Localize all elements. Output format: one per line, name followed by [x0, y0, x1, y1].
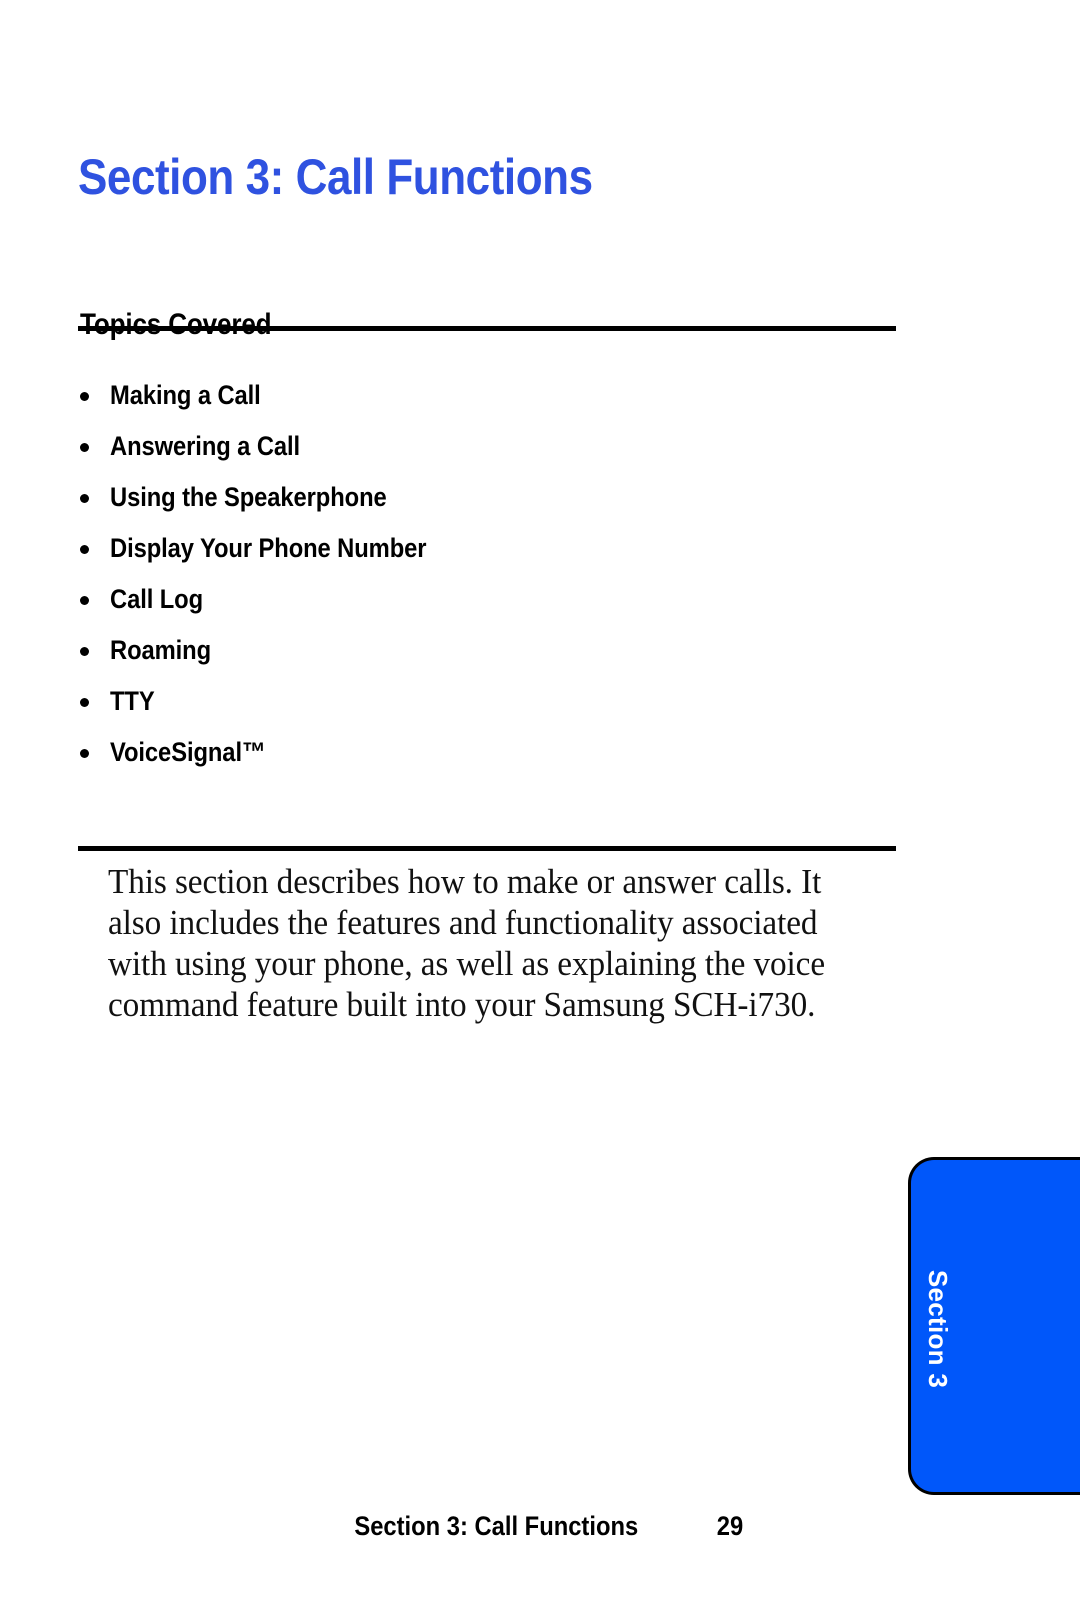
topic-label: Answering a Call: [110, 431, 301, 461]
bullet-icon: [80, 749, 89, 758]
topic-label: TTY: [110, 686, 155, 716]
topic-label: Making a Call: [110, 380, 261, 410]
topic-label: Roaming: [110, 635, 212, 665]
footer-section-title: Section 3: Call Functions: [354, 1511, 638, 1541]
section-thumb-tab: Section 3: [908, 1157, 1080, 1495]
bullet-icon: [80, 443, 89, 452]
list-item: Answering a Call: [72, 421, 902, 472]
topic-label: VoiceSignal™: [110, 737, 266, 767]
section-thumb-tab-label: Section 3: [923, 1269, 953, 1389]
list-item: TTY: [72, 676, 902, 727]
page-footer: Section 3: Call Functions 29: [0, 1510, 1080, 1550]
bullet-icon: [80, 494, 89, 503]
bullet-icon: [80, 596, 89, 605]
page-title: Section 3: Call Functions: [78, 148, 593, 205]
list-item: Using the Speakerphone: [72, 472, 902, 523]
topic-label: Display Your Phone Number: [110, 533, 427, 563]
divider-top: [78, 326, 896, 331]
divider-bottom: [78, 846, 896, 851]
list-item: Making a Call: [72, 370, 902, 421]
topics-list: Making a Call Answering a Call Using the…: [72, 370, 902, 778]
bullet-icon: [80, 698, 89, 707]
bullet-icon: [80, 392, 89, 401]
footer-page-number: 29: [717, 1511, 744, 1541]
list-item: VoiceSignal™: [72, 727, 902, 778]
bullet-icon: [80, 545, 89, 554]
list-item: Roaming: [72, 625, 902, 676]
topic-label: Using the Speakerphone: [110, 482, 387, 512]
topic-label: Call Log: [110, 584, 204, 614]
list-item: Call Log: [72, 574, 902, 625]
topics-covered-heading: Topics Covered: [80, 307, 272, 341]
intro-paragraph: This section describes how to make or an…: [108, 862, 825, 1024]
list-item: Display Your Phone Number: [72, 523, 902, 574]
manual-page: Section 3: Call Functions Topics Covered…: [0, 0, 1080, 1622]
bullet-icon: [80, 647, 89, 656]
